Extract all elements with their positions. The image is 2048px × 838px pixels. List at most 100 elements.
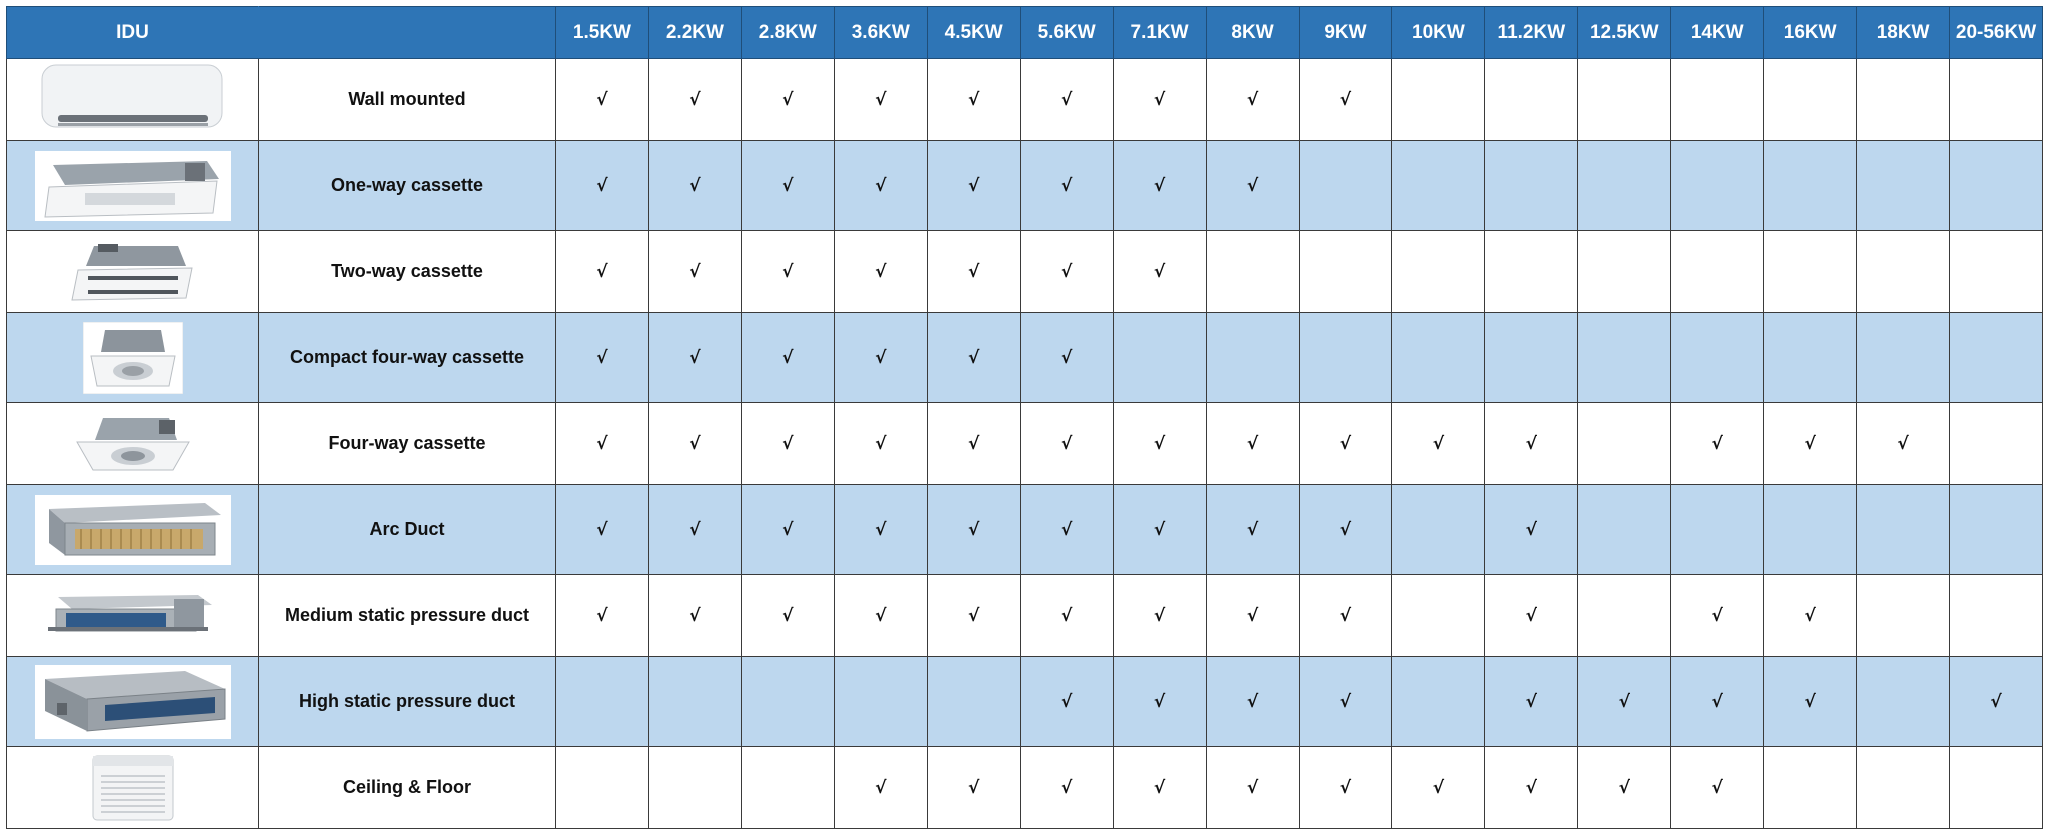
check-mark: √ <box>1804 434 1816 454</box>
availability-cell: √ <box>1391 402 1486 485</box>
check-mark: √ <box>1525 606 1538 626</box>
idu-type-name: Medium static pressure duct <box>258 574 556 657</box>
check-mark: √ <box>1711 606 1723 626</box>
check-mark: √ <box>1060 176 1073 196</box>
check-mark: √ <box>689 520 701 540</box>
availability-cell <box>1577 230 1672 313</box>
availability-cell: √ <box>1019 484 1114 575</box>
capacity-header: 2.2KW <box>647 6 742 59</box>
availability-cell <box>1763 484 1858 575</box>
check-mark: √ <box>875 176 887 196</box>
availability-cell: √ <box>1484 574 1579 657</box>
availability-cell <box>1949 402 2043 485</box>
capacity-header: 2.8KW <box>740 6 835 59</box>
check-mark: √ <box>1432 434 1445 454</box>
availability-cell <box>1949 746 2043 829</box>
check-mark: √ <box>968 606 980 626</box>
availability-cell <box>1577 484 1672 575</box>
availability-cell: √ <box>1112 746 1207 829</box>
availability-cell <box>1484 140 1579 231</box>
availability-cell <box>740 656 835 747</box>
availability-cell: √ <box>833 58 928 141</box>
availability-cell <box>1856 746 1951 829</box>
availability-cell: √ <box>1763 574 1858 657</box>
availability-cell: √ <box>740 574 835 657</box>
availability-cell: √ <box>833 484 928 575</box>
availability-cell: √ <box>833 574 928 657</box>
table-row: Medium static pressure duct √ √ √ √ √ √ √ √ √ √ √ √ <box>6 574 2043 657</box>
availability-cell <box>1763 140 1858 231</box>
availability-cell <box>1763 58 1858 141</box>
two-way-cassette-unit <box>6 230 259 313</box>
availability-cell <box>1670 58 1765 141</box>
capacity-header: 14KW <box>1670 6 1765 59</box>
availability-cell: √ <box>1484 656 1579 747</box>
arc-duct-unit <box>6 484 259 575</box>
availability-cell: √ <box>1763 402 1858 485</box>
availability-cell: √ <box>1205 746 1300 829</box>
check-mark: √ <box>968 520 980 540</box>
availability-cell <box>1205 312 1300 403</box>
availability-cell: √ <box>1019 230 1114 313</box>
availability-cell: √ <box>1298 484 1393 575</box>
availability-cell: √ <box>1763 656 1858 747</box>
table-row: Four-way cassette √ √ √ √ √ √ √ √ √ √ √ √ √ √ <box>6 402 2043 485</box>
availability-cell <box>1949 574 2043 657</box>
check-mark: √ <box>1246 778 1259 798</box>
check-mark: √ <box>1525 434 1538 454</box>
availability-cell <box>1670 230 1765 313</box>
availability-cell <box>1670 484 1765 575</box>
availability-cell: √ <box>647 312 742 403</box>
check-mark: √ <box>1525 778 1538 798</box>
check-mark: √ <box>968 90 980 110</box>
check-mark: √ <box>1339 520 1352 540</box>
availability-cell <box>833 656 928 747</box>
availability-cell <box>1205 230 1300 313</box>
check-mark: √ <box>1246 520 1259 540</box>
availability-cell <box>1484 230 1579 313</box>
capacity-header: 18KW <box>1856 6 1951 59</box>
table-row: Wall mounted √ √ √ √ √ √ √ √ √ <box>6 58 2043 141</box>
availability-cell: √ <box>740 484 835 575</box>
check-mark: √ <box>875 262 887 282</box>
check-mark: √ <box>1060 434 1073 454</box>
medium-static-duct-unit <box>6 574 259 657</box>
check-mark: √ <box>689 90 701 110</box>
check-mark: √ <box>968 778 980 798</box>
availability-cell: √ <box>555 574 649 657</box>
header-blank-cell <box>258 6 556 59</box>
capacity-header: 8KW <box>1205 6 1300 59</box>
check-mark: √ <box>1804 692 1816 712</box>
availability-cell: √ <box>833 230 928 313</box>
availability-cell <box>1484 58 1579 141</box>
availability-cell <box>555 746 649 829</box>
availability-cell: √ <box>1019 312 1114 403</box>
check-mark: √ <box>1153 262 1166 282</box>
availability-cell <box>1856 140 1951 231</box>
availability-cell: √ <box>1577 656 1672 747</box>
availability-cell: √ <box>647 574 742 657</box>
check-mark: √ <box>689 262 701 282</box>
check-mark: √ <box>1153 778 1166 798</box>
table-header-row: IDU 1.5KW 2.2KW 2.8KW 3.6KW 4.5KW 5.6KW 7.1KW 8… <box>6 6 2043 59</box>
check-mark: √ <box>596 90 608 110</box>
check-mark: √ <box>1153 692 1166 712</box>
availability-cell <box>1391 140 1486 231</box>
availability-cell: √ <box>926 140 1021 231</box>
availability-cell <box>1856 574 1951 657</box>
table-row: Ceiling & Floor √ √ √ √ √ √ √ √ √ √ <box>6 746 2043 829</box>
availability-cell <box>1391 484 1486 575</box>
availability-cell: √ <box>1112 402 1207 485</box>
availability-cell <box>926 656 1021 747</box>
check-mark: √ <box>596 434 608 454</box>
check-mark: √ <box>782 90 794 110</box>
availability-cell: √ <box>740 230 835 313</box>
check-mark: √ <box>875 434 887 454</box>
check-mark: √ <box>782 348 794 368</box>
availability-cell <box>1112 312 1207 403</box>
availability-cell: √ <box>647 484 742 575</box>
availability-cell <box>1391 312 1486 403</box>
idu-type-name: Ceiling & Floor <box>258 746 556 829</box>
availability-cell <box>1856 58 1951 141</box>
availability-cell: √ <box>1112 656 1207 747</box>
